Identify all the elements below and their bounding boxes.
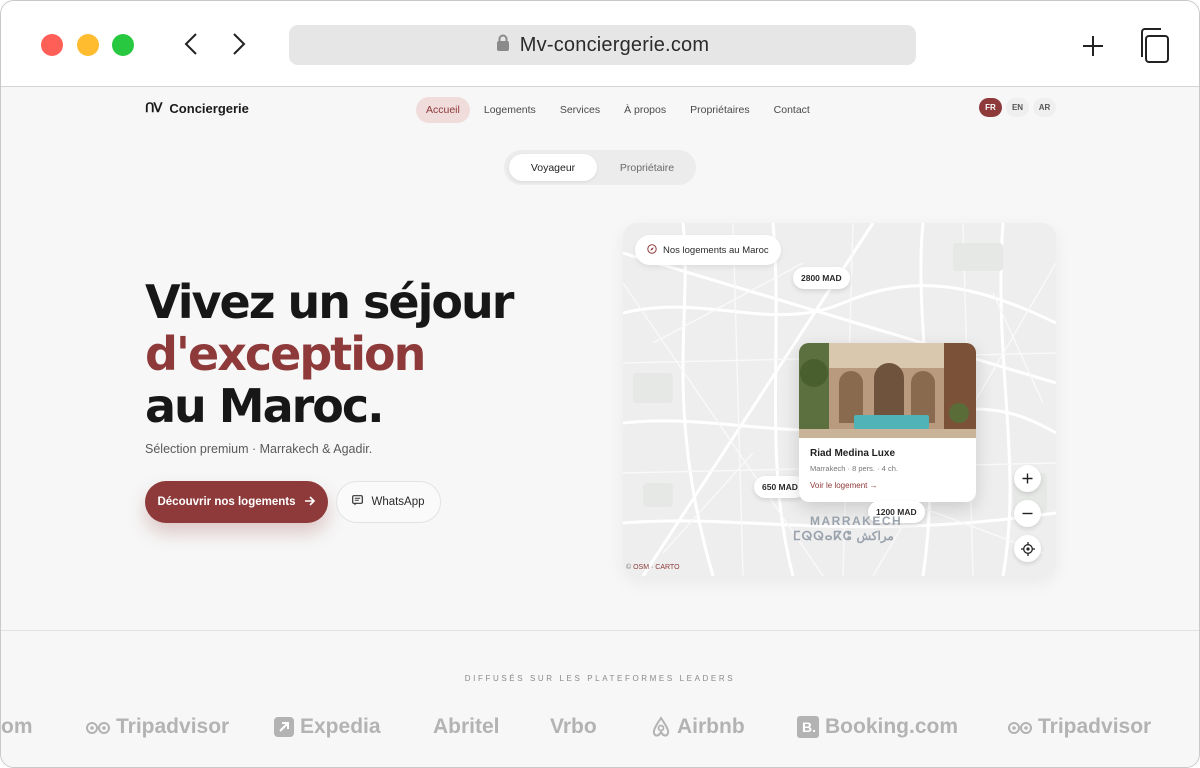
back-arrow-icon[interactable] [179,31,203,57]
expedia-text: Expedia [300,715,381,738]
listing-meta: Marrakech · 8 pers. · 4 ch. [810,464,898,473]
section-divider [1,630,1199,631]
city-label-latin: MARRAKECH [810,514,903,528]
expedia-icon [274,717,294,737]
brand-mark: ᑎᐯ [145,100,162,115]
plus-icon [1022,473,1033,484]
hero-heading-block: Vivez un séjour d'exception au Maroc. [145,275,514,433]
hero-title: Vivez un séjour d'exception au Maroc. [145,275,514,433]
language-fr[interactable]: FR [979,98,1002,117]
abritel-text: Abritel [433,715,500,738]
nav-item-a-propos[interactable]: À propos [614,97,676,123]
booking-logo: B. Booking.com [797,712,958,742]
audience-toggle: Voyageur Propriétaire [504,150,696,185]
browser-window: Mv-conciergerie.com ᑎᐯ Conciergerie Accu… [0,0,1200,768]
owl-icon [1008,722,1032,734]
booking-icon: B. [797,716,819,738]
map-title: Nos logements au Maroc [663,244,769,256]
tripadvisor-logo: Tripadvisor [86,712,229,742]
partial-logo-text: om [1,715,33,738]
zoom-out-button[interactable] [1014,500,1041,527]
vrbo-text: Vrbo [550,715,597,738]
map-attribution: © OSM · CARTO [626,564,680,571]
tripadvisor-text: Tripadvisor [1038,715,1152,738]
nav-item-proprietaires[interactable]: Propriétaires [680,97,760,123]
crosshair-icon [1020,541,1035,556]
platforms-heading: DIFFUSÉS SUR LES PLATEFORMES LEADERS [464,674,736,683]
airbnb-icon [652,716,670,737]
airbnb-text: Airbnb [677,715,745,738]
nav-item-accueil[interactable]: Accueil [416,97,470,123]
price-marker[interactable]: 2800 MAD [793,267,850,289]
compass-icon [647,243,657,257]
hero-title-line3: au Maroc. [145,379,385,433]
minus-icon [1022,512,1033,515]
attribution-link[interactable]: OSM · CARTO [633,564,679,571]
whatsapp-button[interactable]: WhatsApp [336,481,441,523]
riad-photo [799,343,976,438]
properties-map[interactable]: Nos logements au Maroc 2800 MAD 650 MAD [623,223,1056,576]
new-tab-icon[interactable] [1079,32,1107,60]
zoom-in-button[interactable] [1014,465,1041,492]
svg-text:B.: B. [802,719,816,735]
listing-title: Riad Medina Luxe [810,448,896,459]
address-bar[interactable]: Mv-conciergerie.com [289,25,916,65]
main-navigation: Accueil Logements Services À propos Prop… [416,97,820,123]
arrow-right-icon [304,495,316,509]
cta-label: Découvrir nos logements [157,496,296,508]
partial-logo: om [1,712,33,742]
browser-toolbar: Mv-conciergerie.com [1,1,1199,87]
url-text: Mv-conciergerie.com [519,33,710,56]
hero-subtitle: Sélection premium · Marrakech & Agadir. [145,442,373,456]
abritel-logo: Abritel [433,712,500,742]
locate-me-button[interactable] [1014,535,1041,562]
listing-popup-card[interactable]: Riad Medina Luxe Marrakech · 8 pers. · 4… [799,343,976,502]
close-window-button[interactable] [41,34,63,56]
map-title-chip: Nos logements au Maroc [635,235,781,265]
owl-icon [86,722,110,734]
discover-listings-button[interactable]: Découvrir nos logements [145,481,328,523]
nav-item-contact[interactable]: Contact [764,97,820,123]
platform-logos-strip: om Tripadvisor Expedia Abritel Vrbo Airb… [1,712,1199,742]
chat-icon [352,495,364,509]
brand-name: Conciergerie [169,100,249,116]
city-label-local: ⵎⵕⵕⴰⴽⵛ مراكش [793,529,894,543]
language-ar[interactable]: AR [1033,98,1056,117]
nav-item-logements[interactable]: Logements [474,97,546,123]
nav-item-services[interactable]: Services [550,97,610,123]
view-listing-link[interactable]: Voir le logement → [810,481,878,490]
forward-arrow-icon[interactable] [227,31,251,57]
language-switcher: FR EN AR [979,98,1056,117]
minimize-window-button[interactable] [77,34,99,56]
maximize-window-button[interactable] [112,34,134,56]
hero-title-line1: Vivez un séjour [145,275,514,329]
hero-title-accent: d'exception [145,327,426,381]
tabs-overview-icon[interactable] [1139,27,1171,65]
expedia-logo: Expedia [274,712,381,742]
web-page: ᑎᐯ Conciergerie Accueil Logements Servic… [1,88,1199,767]
brand-logo[interactable]: ᑎᐯ Conciergerie [145,100,249,116]
whatsapp-label: WhatsApp [371,496,425,508]
toggle-voyageur[interactable]: Voyageur [509,154,597,181]
booking-text: Booking.com [825,715,959,738]
lock-icon [496,34,510,57]
airbnb-logo: Airbnb [651,712,745,742]
language-en[interactable]: EN [1006,98,1029,117]
tripadvisor-logo: Tripadvisor [1008,712,1151,742]
toggle-proprietaire[interactable]: Propriétaire [604,154,690,181]
tripadvisor-text: Tripadvisor [116,715,230,738]
vrbo-logo: Vrbo [550,712,597,742]
